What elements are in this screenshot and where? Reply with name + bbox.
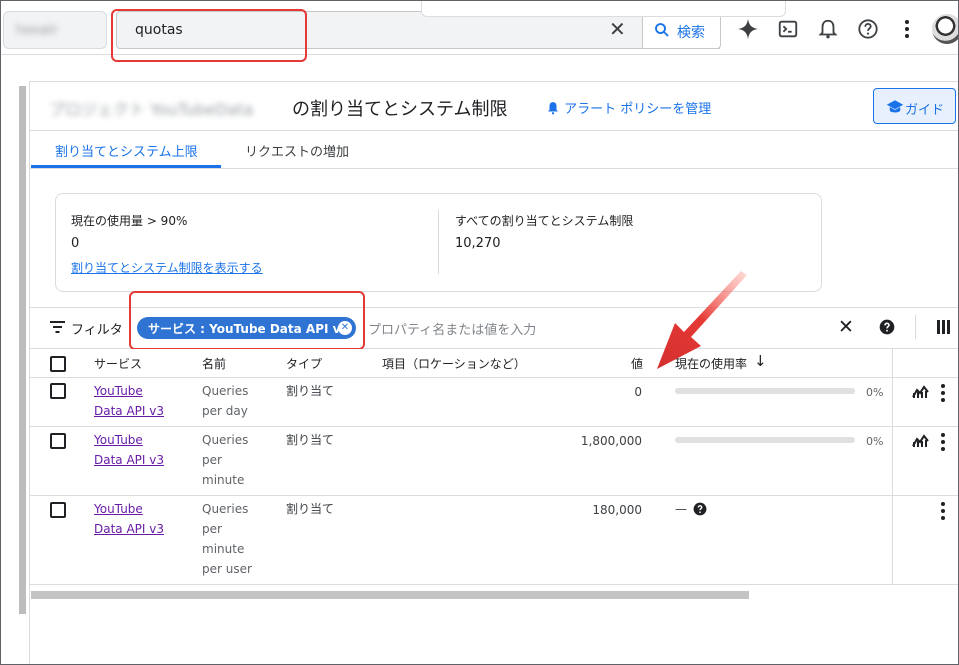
monitoring-icon[interactable]	[912, 433, 929, 447]
quota-value: 0	[634, 385, 642, 399]
annotation-arrow	[657, 271, 747, 369]
quota-value: 1,800,000	[580, 434, 642, 448]
total-label: すべての割り当てとシステム制限	[455, 214, 634, 228]
column-header-dimensions[interactable]: 項目（ロケーションなど）	[382, 355, 526, 372]
usage-bar	[675, 388, 855, 394]
quota-name: Queries per minute per user	[202, 499, 252, 579]
usage-bar	[675, 437, 855, 443]
row-checkbox[interactable]	[50, 433, 66, 449]
service-link-line2[interactable]: Data API v3	[94, 450, 164, 470]
column-header-service[interactable]: サービス	[94, 355, 142, 372]
horizontal-scrollbar[interactable]	[31, 591, 749, 599]
row-actions-menu-icon[interactable]	[941, 502, 945, 520]
service-link[interactable]: YouTube	[94, 430, 143, 450]
view-quotas-link[interactable]: 割り当てとシステム制限を表示する	[71, 259, 263, 276]
clear-search-icon[interactable]: ✕	[609, 19, 626, 39]
filter-icon[interactable]	[50, 321, 65, 333]
console-window: hexatr quotas ✕ 検索 プロジェクト YouTubeData の割…	[0, 0, 959, 665]
column-header-name[interactable]: 名前	[202, 355, 226, 372]
actions-column-divider	[892, 349, 893, 585]
column-display-icon[interactable]	[937, 320, 951, 334]
avatar[interactable]	[932, 14, 958, 44]
annotation-box-search	[111, 9, 307, 62]
quota-name-line: Queries	[202, 384, 249, 398]
usage-percent: 0%	[866, 386, 884, 399]
filter-help-icon[interactable]	[879, 319, 895, 335]
more-vert-icon[interactable]	[905, 20, 909, 38]
service-link[interactable]: YouTube	[94, 499, 143, 519]
page-title: の割り当てとシステム制限	[292, 99, 508, 120]
service-link[interactable]: YouTube	[94, 381, 143, 401]
service-link-line2[interactable]: Data API v3	[94, 401, 164, 421]
row-divider	[30, 426, 958, 427]
alert-policy-link[interactable]: アラート ポリシーを管理	[546, 98, 711, 117]
filter-input[interactable]: プロパティ名または値を入力	[368, 319, 536, 338]
select-all-checkbox[interactable]	[50, 356, 66, 372]
quota-name-line: per	[202, 453, 222, 467]
guide-button-label: ガイド	[905, 103, 945, 118]
quota-name-line: per	[202, 522, 222, 536]
usage-value: 0	[71, 236, 80, 251]
search-icon	[655, 23, 669, 37]
row-actions-menu-icon[interactable]	[941, 433, 945, 451]
notifications-icon[interactable]	[817, 18, 839, 40]
quota-name-line: minute	[202, 542, 245, 556]
quota-name-line: Queries	[202, 433, 249, 447]
left-scrollbar[interactable]	[19, 86, 26, 614]
annotation-box-filter	[129, 291, 365, 350]
column-header-type[interactable]: タイプ	[286, 355, 322, 372]
row-checkbox[interactable]	[50, 502, 66, 518]
quota-name-line: per day	[202, 404, 248, 418]
monitoring-icon[interactable]	[912, 384, 929, 398]
quota-name-line: per user	[202, 562, 252, 576]
gemini-spark-icon[interactable]	[737, 18, 759, 40]
cloud-shell-icon[interactable]	[777, 18, 799, 40]
guide-button[interactable]: ガイド	[873, 88, 956, 124]
row-checkbox[interactable]	[50, 383, 66, 399]
school-icon	[886, 100, 904, 113]
row-divider	[30, 584, 958, 585]
usage-unavailable: —	[675, 502, 687, 516]
blurred-project-name: プロジェクト YouTubeData	[49, 100, 254, 119]
filter-label: フィルタ	[71, 323, 123, 338]
usage-help-icon[interactable]	[693, 502, 707, 516]
project-selector[interactable]: hexatr	[3, 11, 107, 49]
clear-filters-icon[interactable]: ✕	[838, 316, 854, 338]
tab-quotas-system-limits[interactable]: 割り当てとシステム上限	[55, 141, 198, 160]
service-link-line2[interactable]: Data API v3	[94, 519, 164, 539]
usage-label: 現在の使用量 > 90%	[71, 214, 188, 228]
tab-increase-requests[interactable]: リクエストの増加	[245, 141, 349, 160]
quota-name: Queries per minute	[202, 430, 248, 490]
tabs-divider	[30, 168, 958, 169]
quota-type: 割り当て	[286, 384, 335, 398]
sort-descending-icon[interactable]: ↓	[754, 352, 767, 370]
project-name: hexatr	[16, 23, 59, 38]
usage-percent: 0%	[866, 435, 884, 448]
quota-type: 割り当て	[286, 502, 335, 516]
suggestion-panel-edge	[421, 1, 786, 17]
quota-value: 180,000	[592, 503, 642, 517]
toolbar-divider	[915, 315, 916, 339]
help-icon[interactable]	[857, 18, 879, 40]
column-header-value[interactable]: 値	[631, 355, 643, 372]
total-value: 10,270	[455, 236, 501, 251]
quota-name-line: Queries	[202, 502, 249, 516]
card-divider	[438, 210, 439, 274]
row-divider	[30, 495, 958, 496]
search-button-label: 検索	[677, 25, 705, 41]
quota-name-line: minute	[202, 473, 245, 487]
quota-type: 割り当て	[286, 433, 335, 447]
quota-name: Queries per day	[202, 381, 248, 421]
alert-policy-label: アラート ポリシーを管理	[564, 102, 712, 117]
bell-icon	[548, 102, 558, 115]
row-actions-menu-icon[interactable]	[941, 384, 945, 402]
